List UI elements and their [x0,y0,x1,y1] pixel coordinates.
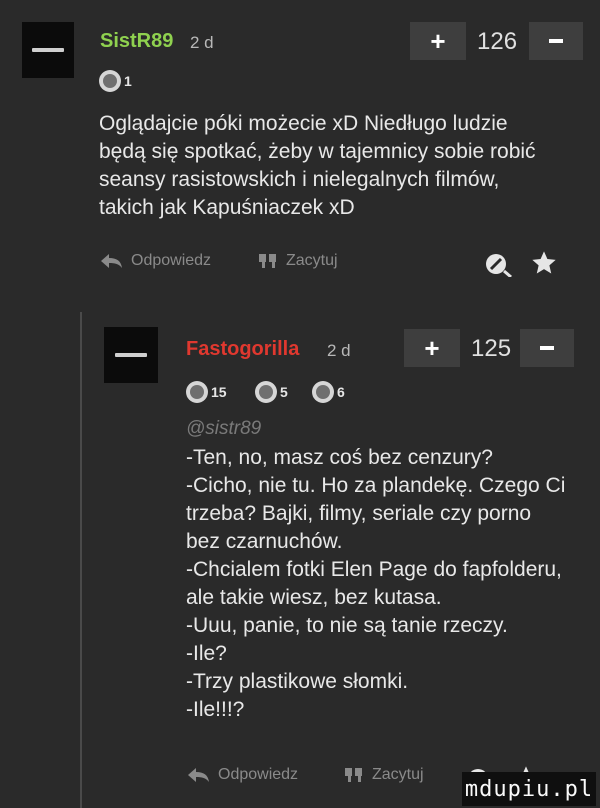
comment-line: -Ile? [186,642,227,665]
comment-line: będą się spotkać, żeby w tajemnicy sobie… [99,140,536,163]
badge-count: 1 [124,73,132,89]
comment-body: Oglądajcie póki możecie xD Niedługo ludz… [99,110,589,222]
comment-body: -Ten, no, masz coś bez cenzury? -Cicho, … [186,444,596,724]
upvote-button[interactable]: + [404,329,460,367]
badge: 5 [255,381,288,403]
quote-button[interactable]: Zacytuj [258,252,338,270]
plus-icon: + [424,332,440,363]
comment-line: -Trzy plastikowe słomki. [186,670,409,693]
score: 125 [471,335,512,362]
badge-icon [255,381,277,403]
reply-arrow-icon [101,254,122,268]
badge-count: 6 [337,384,345,400]
mention-link[interactable]: @sistr89 [186,418,261,440]
comment-line: -Chcialem fotki Elen Page do fapfolderu, [186,558,562,581]
minus-icon [540,346,554,350]
badge-count: 15 [211,384,227,400]
quote-label: Zacytuj [372,766,424,783]
reply-button[interactable]: Odpowiedz [99,252,211,270]
comment-line: -Ile!!!? [186,698,245,721]
award-button[interactable] [484,251,512,282]
comment-line: trzeba? Bajki, filmy, seriale czy porno [186,502,532,525]
reply-arrow-icon [188,768,209,782]
comment-age: 2 d [190,33,214,52]
avatar[interactable] [104,327,158,383]
avatar[interactable] [22,22,74,78]
plus-icon: + [430,25,446,56]
reply-label: Odpowiedz [131,252,212,269]
upvote-button[interactable]: + [410,22,466,60]
comment-line: -Uuu, panie, to nie są tanie rzeczy. [186,614,508,637]
badge-icon [186,381,208,403]
favorite-button[interactable] [530,249,558,282]
minus-icon [549,39,563,43]
badge: 6 [312,381,345,403]
comment-line: -Cicho, nie tu. Ho za plandekę. Czego Ci [186,474,566,497]
comment-line: Oglądajcie póki możecie xD Niedługo ludz… [99,112,508,135]
comment-line: seansy rasistowskich i nielegalnych film… [99,168,500,191]
quote-label: Zacytuj [286,252,338,269]
badge-count: 5 [280,384,288,400]
comment-line: takich jak Kapuśniaczek xD [99,196,355,219]
quote-icon [259,254,276,268]
downvote-button[interactable] [529,22,583,60]
star-icon [532,251,556,274]
username[interactable]: Fastogorilla [186,338,299,361]
badge-icon [99,70,121,92]
quote-icon [345,768,362,782]
badge: 1 [99,70,132,92]
downvote-button[interactable] [520,329,574,367]
award-icon [486,254,512,279]
reply-label: Odpowiedz [218,766,299,783]
reply-button[interactable]: Odpowiedz [186,766,298,784]
watermark: mdupiu.pl [462,772,596,806]
comment-line: -Ten, no, masz coś bez cenzury? [186,446,493,469]
badge-icon [312,381,334,403]
comment-line: ale takie wiesz, bez kutasa. [186,586,442,609]
comment-age: 2 d [327,341,351,360]
comment-line: bez czarnuchów. [186,530,343,553]
badge: 15 [186,381,227,403]
score: 126 [477,28,518,55]
thread-line [80,312,82,808]
username[interactable]: SistR89 [100,30,173,53]
quote-button[interactable]: Zacytuj [344,766,424,784]
